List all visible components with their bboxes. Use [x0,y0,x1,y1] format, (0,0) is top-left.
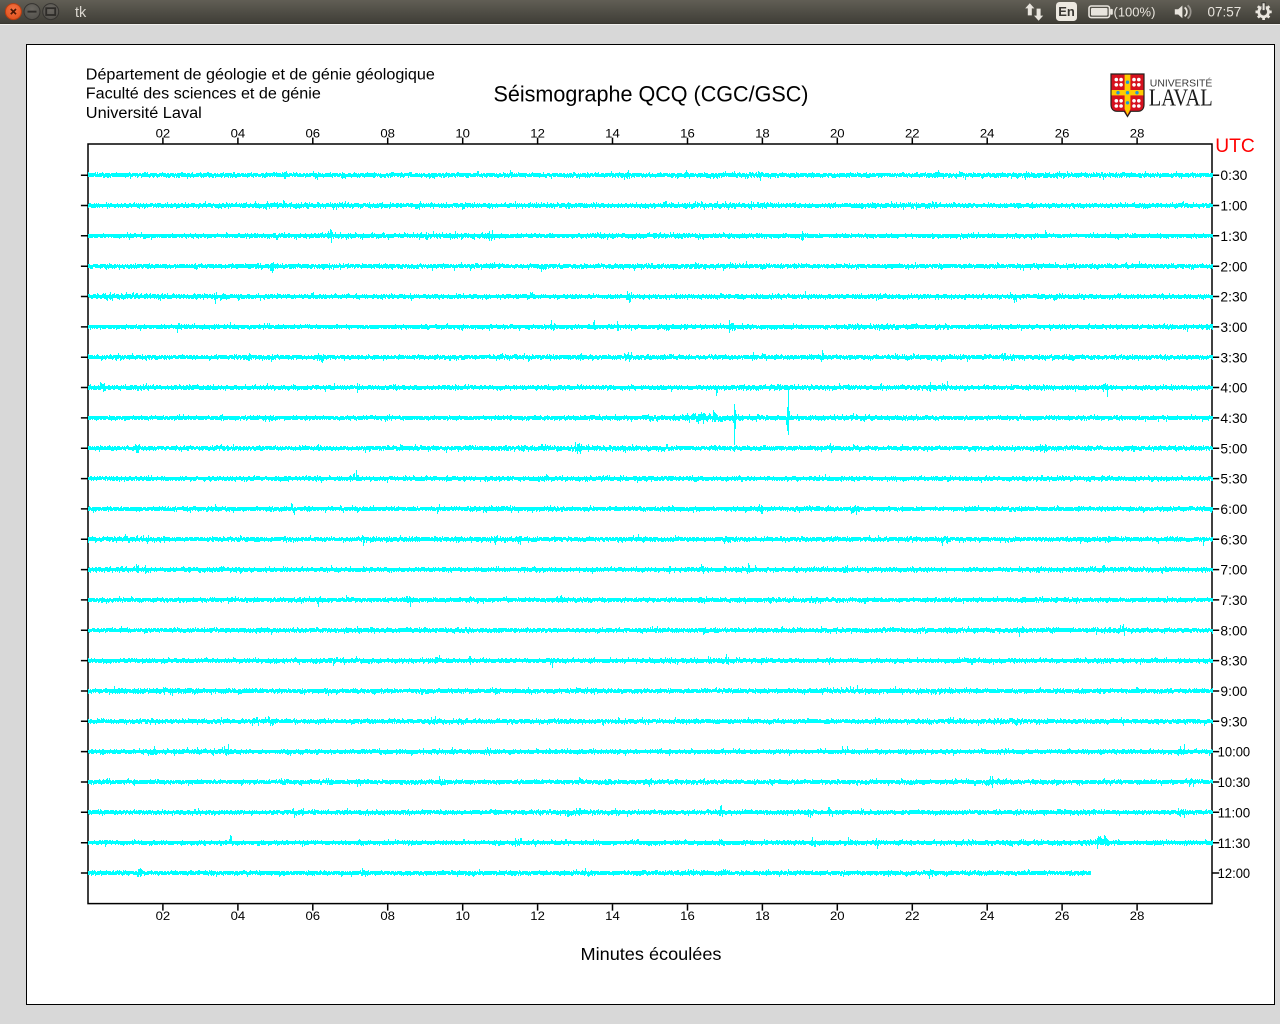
svg-text:5:00: 5:00 [1220,440,1247,456]
svg-text:10:00: 10:00 [1218,744,1251,760]
svg-text:LAVAL: LAVAL [1149,85,1213,112]
svg-text:11:30: 11:30 [1218,835,1251,851]
svg-text:Faculté des sciences et de gén: Faculté des sciences et de génie [86,86,321,103]
svg-text:1:00: 1:00 [1220,198,1247,214]
svg-text:3:30: 3:30 [1220,349,1247,365]
svg-text:18: 18 [755,911,770,923]
svg-text:9:30: 9:30 [1220,713,1247,729]
svg-text:6:30: 6:30 [1220,531,1247,547]
svg-text:08: 08 [380,911,395,923]
svg-text:14: 14 [605,128,620,140]
svg-text:04: 04 [231,911,246,923]
svg-text:7:00: 7:00 [1220,562,1247,578]
svg-text:7:30: 7:30 [1220,592,1247,608]
svg-text:16: 16 [680,128,695,140]
svg-text:3:00: 3:00 [1220,319,1247,335]
svg-text:28: 28 [1130,128,1145,140]
svg-text:10:30: 10:30 [1218,774,1251,790]
svg-text:22: 22 [905,911,920,923]
svg-text:11:00: 11:00 [1218,804,1251,820]
svg-text:14: 14 [605,911,620,923]
svg-text:2:30: 2:30 [1220,289,1247,305]
svg-text:Université Laval: Université Laval [86,105,202,122]
svg-text:24: 24 [980,911,995,923]
svg-text:10: 10 [455,911,470,923]
svg-text:12: 12 [530,128,545,140]
svg-text:En: En [1058,4,1075,19]
svg-text:12:00: 12:00 [1218,865,1251,881]
svg-text:20: 20 [830,128,845,140]
svg-text:5:30: 5:30 [1220,471,1247,487]
svg-text:Séismographe QCQ (CGC/GSC): Séismographe QCQ (CGC/GSC) [494,82,809,107]
svg-text:2:00: 2:00 [1220,258,1247,274]
svg-text:24: 24 [980,128,995,140]
svg-text:4:00: 4:00 [1220,380,1247,396]
svg-text:02: 02 [156,128,171,140]
svg-text:22: 22 [905,128,920,140]
svg-text:10: 10 [455,128,470,140]
svg-text:8:00: 8:00 [1220,622,1247,638]
svg-text:16: 16 [680,911,695,923]
svg-text:9:00: 9:00 [1220,683,1247,699]
svg-text:tk: tk [75,5,87,21]
svg-text:Département de géologie et de: Département de géologie et de génie géol… [86,66,435,83]
svg-text:(100%): (100%) [1114,4,1156,19]
svg-text:20: 20 [830,911,845,923]
svg-text:6:00: 6:00 [1220,501,1247,517]
svg-text:07:57: 07:57 [1208,5,1242,20]
svg-text:26: 26 [1055,911,1070,923]
svg-text:26: 26 [1055,128,1070,140]
svg-text:08: 08 [380,128,395,140]
svg-text:8:30: 8:30 [1220,653,1247,669]
svg-text:28: 28 [1130,911,1145,923]
svg-text:06: 06 [306,911,321,923]
svg-text:02: 02 [156,911,171,923]
svg-text:0:30: 0:30 [1220,167,1247,183]
svg-text:Minutes écoulées: Minutes écoulées [581,944,722,964]
svg-text:06: 06 [306,128,321,140]
svg-text:UTC: UTC [1215,136,1255,157]
svg-text:1:30: 1:30 [1220,228,1247,244]
svg-text:18: 18 [755,128,770,140]
svg-text:04: 04 [231,128,246,140]
svg-text:4:30: 4:30 [1220,410,1247,426]
svg-text:12: 12 [530,911,545,923]
